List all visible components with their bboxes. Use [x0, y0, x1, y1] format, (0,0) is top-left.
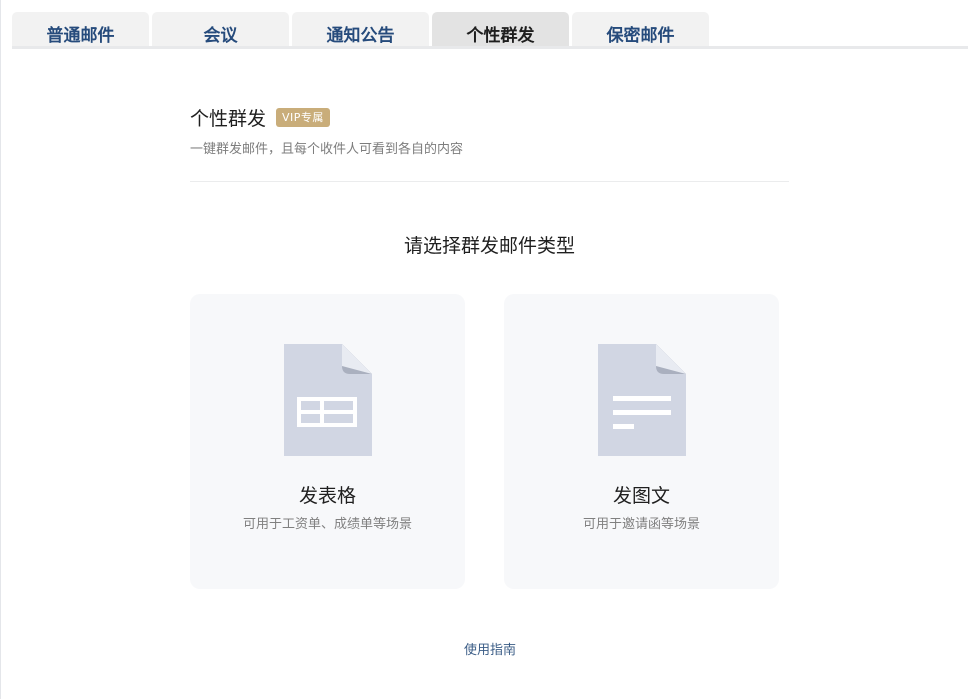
spreadsheet-doc-icon [284, 344, 372, 456]
title-row: 个性群发 VIP专属 [190, 100, 789, 134]
send-spreadsheet-card[interactable]: 发表格 可用于工资单、成绩单等场景 [190, 294, 465, 589]
header-divider [190, 181, 789, 182]
text-doc-icon [598, 344, 686, 456]
page-header: 个性群发 VIP专属 一键群发邮件，且每个收件人可看到各自的内容 [190, 100, 789, 157]
vip-badge: VIP专属 [276, 107, 330, 127]
tab-announcement[interactable]: 通知公告 [292, 12, 429, 46]
tab-normal-mail[interactable]: 普通邮件 [12, 12, 149, 46]
card-description: 可用于邀请函等场景 [582, 517, 700, 532]
tab-meeting[interactable]: 会议 [152, 12, 289, 46]
send-rich-text-card[interactable]: 发图文 可用于邀请函等场景 [504, 294, 779, 589]
tab-personalized-mass-mail[interactable]: 个性群发 [432, 12, 569, 46]
type-selection-prompt: 请选择群发邮件类型 [403, 235, 575, 257]
card-title: 发表格 [298, 485, 356, 507]
user-guide-link[interactable]: 使用指南 [440, 639, 540, 658]
page-title: 个性群发 [190, 107, 267, 130]
left-border [0, 0, 1, 699]
tabbar-underline [12, 46, 968, 49]
compose-type-tabs: 普通邮件 会议 通知公告 个性群发 保密邮件 [12, 12, 712, 46]
card-description: 可用于工资单、成绩单等场景 [242, 517, 412, 532]
card-title: 发图文 [612, 485, 670, 507]
tab-confidential-mail[interactable]: 保密邮件 [572, 12, 709, 46]
page-subtitle: 一键群发邮件，且每个收件人可看到各自的内容 [190, 142, 464, 157]
